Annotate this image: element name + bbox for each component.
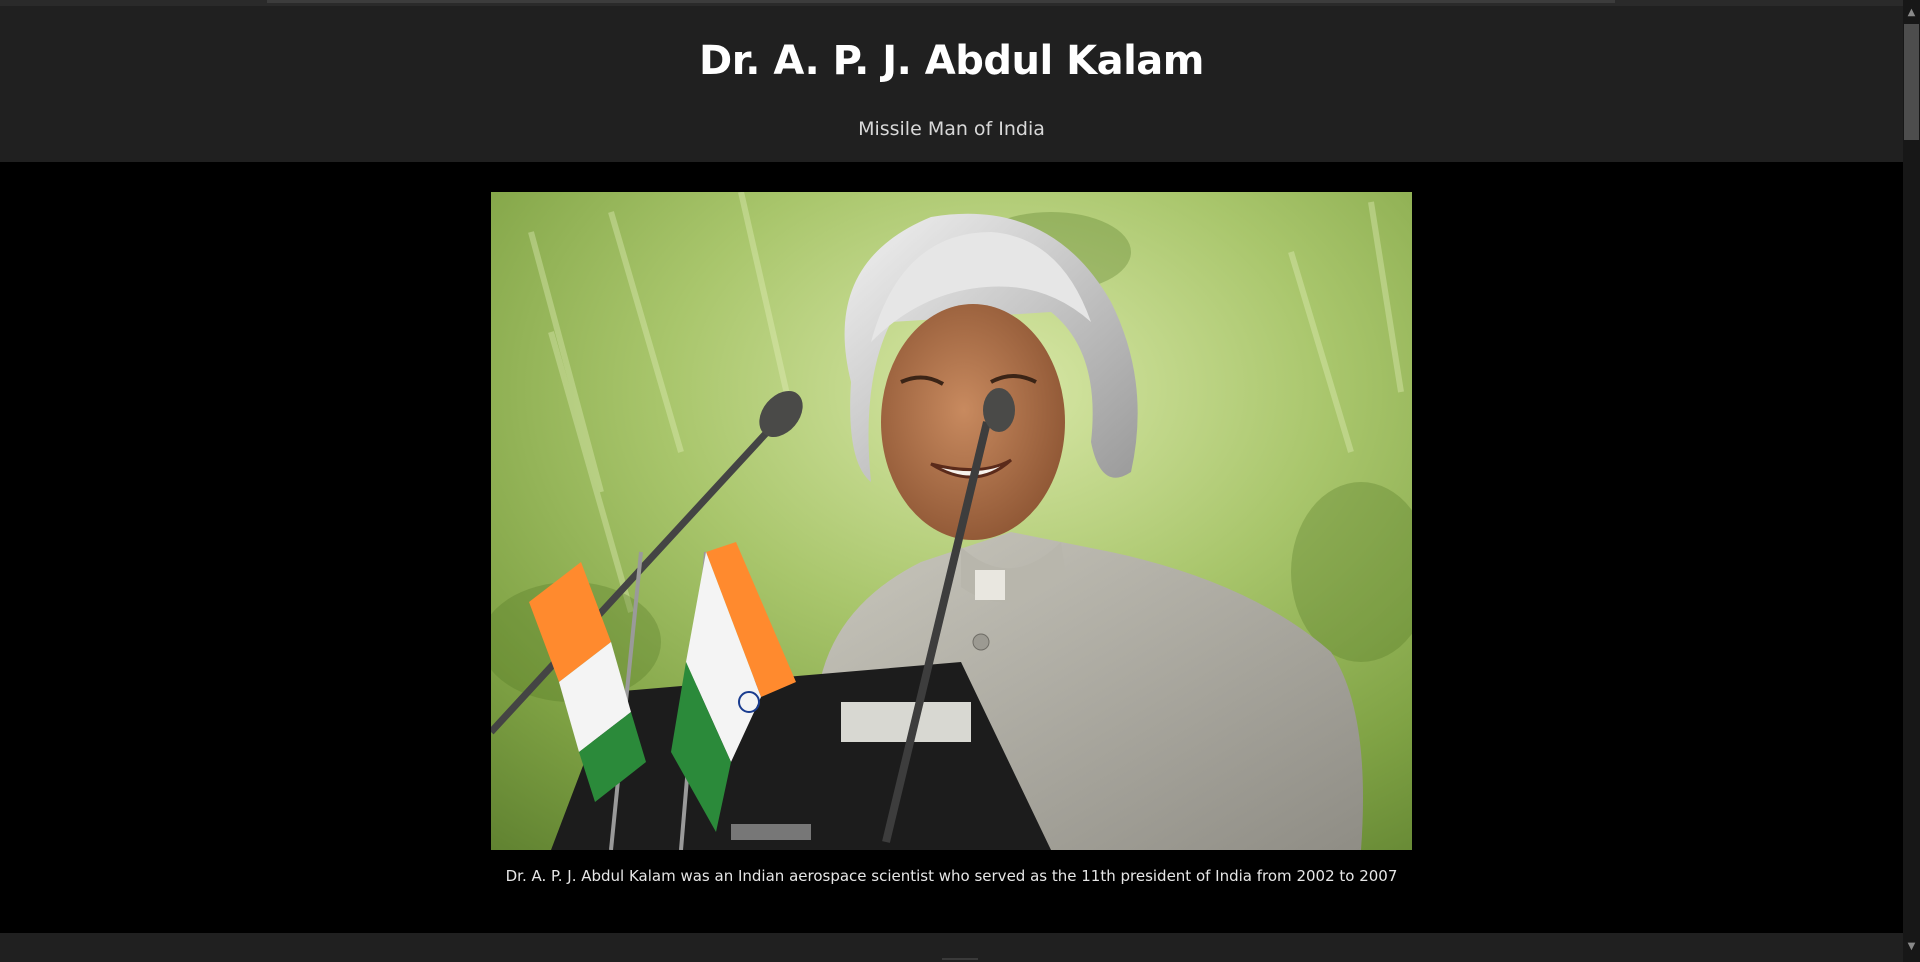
image-caption: Dr. A. P. J. Abdul Kalam was an Indian a… bbox=[505, 867, 1398, 885]
chevron-up-icon[interactable]: ▲ bbox=[1903, 4, 1920, 21]
page-title: Dr. A. P. J. Abdul Kalam bbox=[699, 38, 1204, 84]
scrollbar-thumb[interactable] bbox=[1904, 24, 1919, 140]
top-tab-strip-bar bbox=[267, 0, 1615, 3]
site-header: Dr. A. P. J. Abdul Kalam Missile Man of … bbox=[0, 6, 1903, 162]
tribute-image bbox=[491, 192, 1412, 850]
vertical-scrollbar[interactable]: ▲ ▼ bbox=[1903, 0, 1920, 962]
footer-strip bbox=[0, 933, 1903, 962]
page-viewport: Dr. A. P. J. Abdul Kalam Missile Man of … bbox=[0, 0, 1903, 962]
chevron-down-icon[interactable]: ▼ bbox=[1903, 938, 1920, 955]
page-subtitle: Missile Man of India bbox=[858, 118, 1045, 140]
footer-strip-nub bbox=[942, 958, 978, 960]
